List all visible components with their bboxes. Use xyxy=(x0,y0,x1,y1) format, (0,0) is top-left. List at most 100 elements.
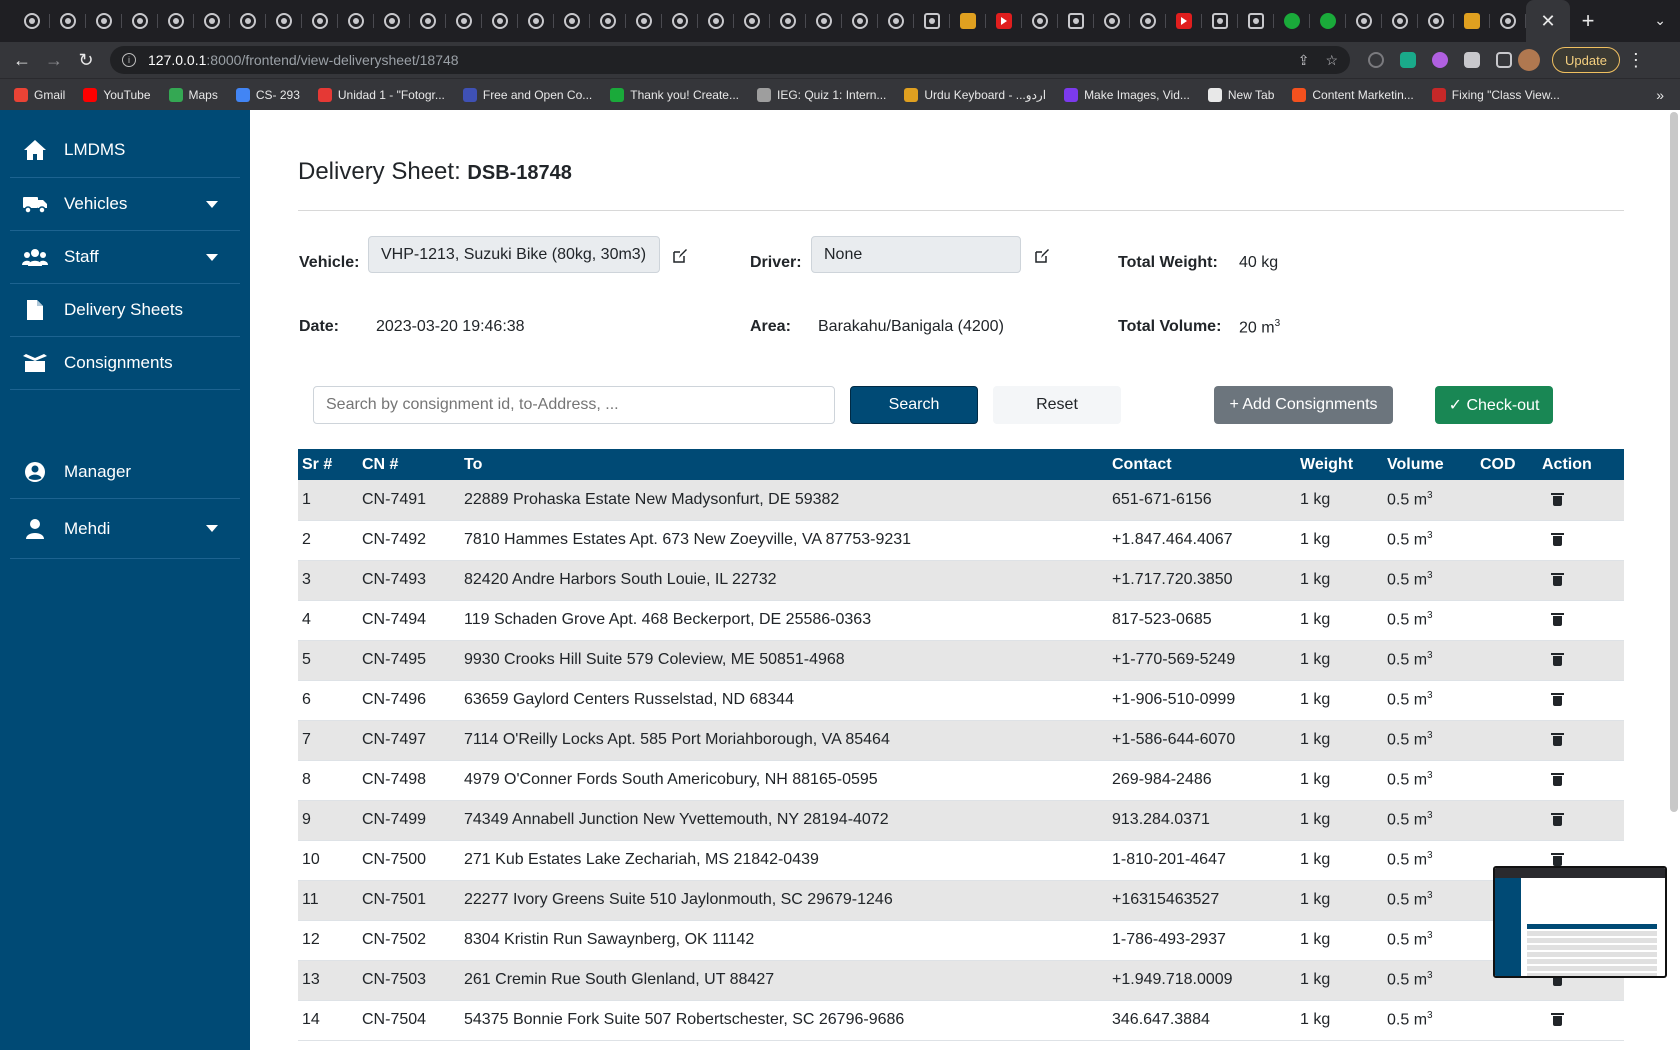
trash-icon[interactable] xyxy=(1551,653,1564,666)
trash-icon[interactable] xyxy=(1551,492,1564,506)
browser-tab-active[interactable]: ✕ xyxy=(1526,0,1570,42)
browser-tab[interactable] xyxy=(230,0,266,42)
address-bar[interactable]: i 127.0.0.1:8000/frontend/view-deliverys… xyxy=(110,46,1350,74)
browser-tab[interactable] xyxy=(770,0,806,42)
bookmark-item[interactable]: Fixing "Class View... xyxy=(1431,87,1560,102)
browser-tab[interactable] xyxy=(626,0,662,42)
browser-tab[interactable] xyxy=(410,0,446,42)
bookmark-item[interactable]: Gmail xyxy=(14,87,65,102)
browser-tab[interactable] xyxy=(806,0,842,42)
sidebar-item-manager[interactable]: Manager xyxy=(10,446,240,499)
browser-tab[interactable] xyxy=(374,0,410,42)
browser-tab[interactable] xyxy=(1454,0,1490,42)
browser-tab[interactable] xyxy=(1166,0,1202,42)
bookmark-star-icon[interactable]: ☆ xyxy=(1325,52,1338,69)
browser-tab[interactable] xyxy=(914,0,950,42)
browser-tab[interactable] xyxy=(1382,0,1418,42)
reset-button[interactable]: Reset xyxy=(993,386,1121,424)
browser-tab[interactable] xyxy=(50,0,86,42)
bookmark-item[interactable]: Urdu Keyboard - ...ﺍﺭﺩﻭ xyxy=(904,87,1046,102)
sidebar-item-vehicles[interactable]: Vehicles xyxy=(10,178,240,231)
browser-tab[interactable] xyxy=(1418,0,1454,42)
browser-tab[interactable] xyxy=(1310,0,1346,42)
browser-tab[interactable] xyxy=(1274,0,1310,42)
reload-icon[interactable]: ↻ xyxy=(70,50,102,71)
forward-icon[interactable]: → xyxy=(38,50,70,71)
check-out-button[interactable]: ✓ Check-out xyxy=(1435,386,1553,424)
browser-tab[interactable] xyxy=(482,0,518,42)
browser-tab[interactable] xyxy=(158,0,194,42)
new-tab-icon[interactable]: + xyxy=(1570,8,1606,34)
browser-tab[interactable] xyxy=(14,0,50,42)
trash-icon[interactable] xyxy=(1551,853,1564,866)
kebab-menu-icon[interactable]: ⋮ xyxy=(1620,50,1652,71)
edit-driver-icon[interactable] xyxy=(1034,248,1050,264)
browser-tab[interactable] xyxy=(122,0,158,42)
bookmark-item[interactable]: IEG: Quiz 1: Intern... xyxy=(757,87,886,102)
trash-icon[interactable] xyxy=(1551,573,1564,586)
sidebar-item-delivery-sheets[interactable]: Delivery Sheets xyxy=(10,284,240,337)
bookmark-item[interactable]: Maps xyxy=(168,87,218,102)
bookmark-item[interactable]: YouTube xyxy=(83,87,151,102)
browser-tab[interactable] xyxy=(590,0,626,42)
back-icon[interactable]: ← xyxy=(6,50,38,71)
browser-tab[interactable] xyxy=(1022,0,1058,42)
trash-icon[interactable] xyxy=(1551,813,1564,826)
search-input[interactable] xyxy=(313,386,835,424)
close-tab-icon[interactable]: ✕ xyxy=(1540,11,1555,32)
trash-icon[interactable] xyxy=(1551,1013,1564,1026)
trash-icon[interactable] xyxy=(1551,733,1564,746)
bookmark-item[interactable]: Thank you! Create... xyxy=(610,87,739,102)
bookmark-item[interactable]: New Tab xyxy=(1207,87,1274,102)
add-consignments-button[interactable]: + Add Consignments xyxy=(1214,386,1393,424)
trash-icon[interactable] xyxy=(1551,613,1564,626)
trash-icon[interactable] xyxy=(1551,773,1564,786)
bookmark-item[interactable]: Free and Open Co... xyxy=(462,87,592,102)
sidebar-item-consignments[interactable]: Consignments xyxy=(10,337,240,390)
browser-tab[interactable] xyxy=(986,0,1022,42)
browser-tab[interactable] xyxy=(266,0,302,42)
trash-icon[interactable] xyxy=(1551,693,1564,706)
profile-avatar[interactable] xyxy=(1518,49,1540,71)
update-button[interactable]: Update xyxy=(1552,47,1620,73)
sidebar-item-staff[interactable]: Staff xyxy=(10,231,240,284)
extension-icon[interactable] xyxy=(1432,52,1448,68)
side-panel-icon[interactable] xyxy=(1496,52,1512,68)
bookmark-item[interactable]: Content Marketin... xyxy=(1292,87,1414,102)
browser-tab[interactable] xyxy=(1130,0,1166,42)
browser-tab[interactable] xyxy=(554,0,590,42)
browser-tab[interactable] xyxy=(194,0,230,42)
browser-tab[interactable] xyxy=(86,0,122,42)
browser-tab[interactable] xyxy=(950,0,986,42)
bookmark-item[interactable]: Make Images, Vid... xyxy=(1064,87,1190,102)
more-bookmarks-icon[interactable]: » xyxy=(1656,87,1664,103)
browser-tab[interactable] xyxy=(1058,0,1094,42)
tab-search-icon[interactable]: ⌄ xyxy=(1654,12,1666,29)
sidebar-item-user[interactable]: Mehdi xyxy=(10,499,240,559)
browser-tab[interactable] xyxy=(446,0,482,42)
bookmark-item[interactable]: Unidad 1 - "Fotogr... xyxy=(317,87,445,102)
preview-thumbnail[interactable] xyxy=(1493,866,1667,978)
browser-tab[interactable] xyxy=(302,0,338,42)
sidebar-brand[interactable]: LMDMS xyxy=(10,122,240,178)
browser-tab[interactable] xyxy=(878,0,914,42)
browser-tab[interactable] xyxy=(1094,0,1130,42)
browser-tab[interactable] xyxy=(518,0,554,42)
browser-tab[interactable] xyxy=(842,0,878,42)
browser-tab[interactable] xyxy=(1238,0,1274,42)
site-info-icon[interactable]: i xyxy=(122,53,136,67)
search-button[interactable]: Search xyxy=(850,386,978,424)
browser-tab[interactable] xyxy=(734,0,770,42)
extension-icon[interactable] xyxy=(1400,52,1416,68)
browser-tab[interactable] xyxy=(338,0,374,42)
extension-icon[interactable] xyxy=(1368,52,1384,68)
trash-icon[interactable] xyxy=(1551,533,1564,546)
share-icon[interactable]: ⇪ xyxy=(1298,52,1310,69)
page-scrollbar[interactable] xyxy=(1670,112,1678,812)
browser-tab[interactable] xyxy=(698,0,734,42)
edit-vehicle-icon[interactable] xyxy=(672,248,688,264)
browser-tab[interactable] xyxy=(1346,0,1382,42)
browser-tab[interactable] xyxy=(1202,0,1238,42)
bookmark-item[interactable]: CS- 293 xyxy=(235,87,300,102)
browser-tab[interactable] xyxy=(662,0,698,42)
